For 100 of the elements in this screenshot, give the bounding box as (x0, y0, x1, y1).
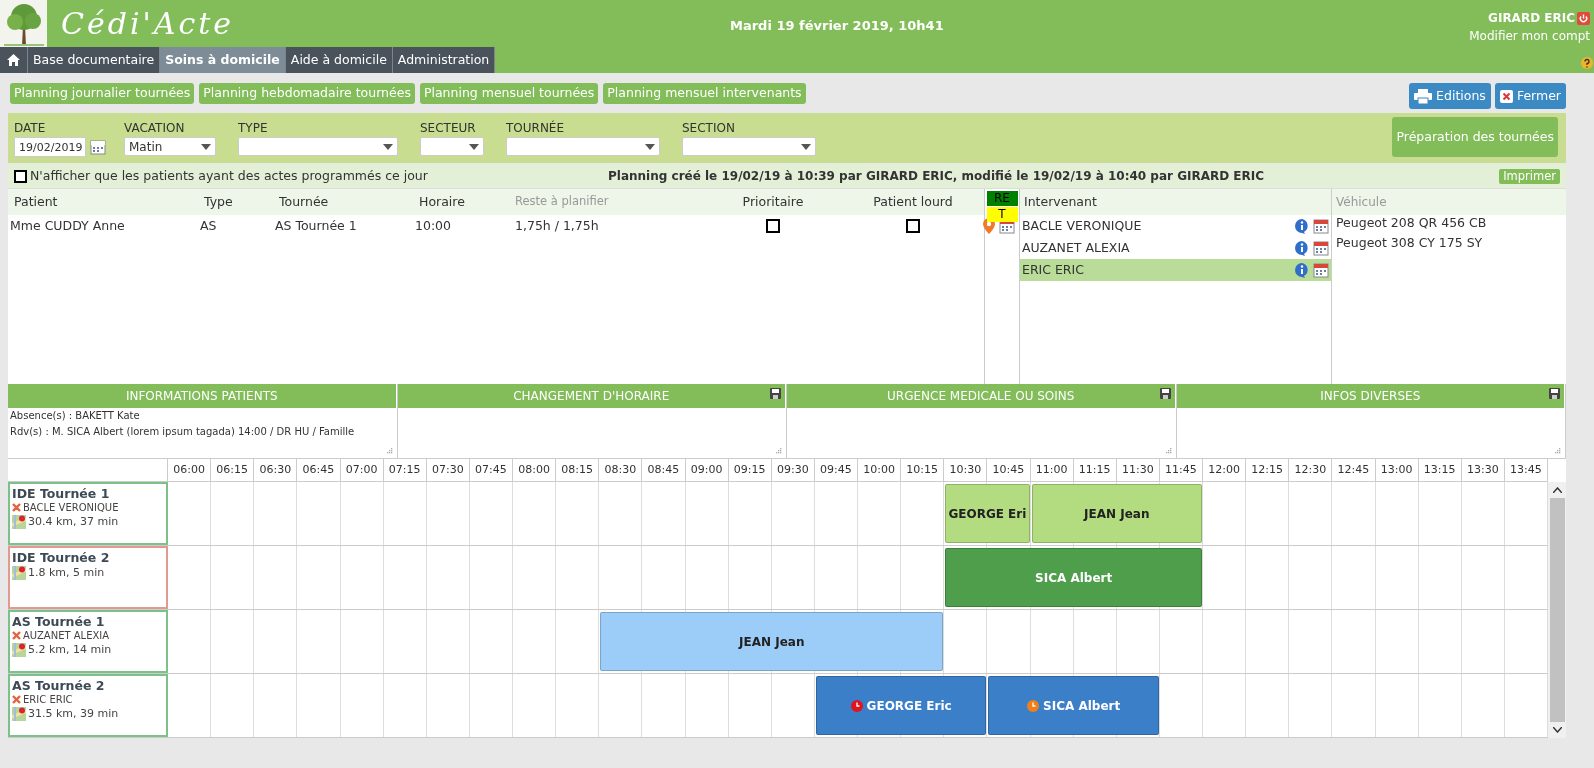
tour-card[interactable]: AS Tournée 1 AUZANET ALEXIA 5.2 km, 14 min (8, 610, 168, 673)
appointment-block[interactable]: SICA Albert (988, 676, 1159, 735)
map-icon[interactable] (12, 566, 26, 580)
resize-handle-icon[interactable] (1555, 448, 1561, 454)
help-icon[interactable] (1580, 56, 1594, 70)
save-icon[interactable] (1159, 388, 1171, 399)
staff-name: ERIC ERIC (1022, 260, 1084, 279)
power-icon[interactable] (1577, 11, 1590, 25)
staff-row[interactable]: BACLE VERONIQUE (1020, 215, 1331, 237)
vehicle-item[interactable]: Peugeot 208 QR 456 CB (1332, 215, 1566, 235)
time-label: 13:15 (1423, 461, 1456, 478)
time-label: 07:15 (388, 461, 421, 478)
time-label: 07:00 (345, 461, 378, 478)
close-icon (1499, 89, 1513, 103)
remove-icon[interactable] (12, 503, 21, 512)
home-button[interactable] (0, 47, 28, 73)
field-label: TYPE (238, 120, 269, 137)
resize-handle-icon[interactable] (386, 448, 393, 454)
user-name: GIRARD ERIC (1488, 10, 1575, 27)
time-label: 07:45 (475, 461, 507, 478)
home-icon[interactable] (7, 54, 20, 66)
staff-name: BACLE VERONIQUE (1022, 216, 1142, 235)
staff-name: AUZANET ALEXIA (1022, 238, 1130, 257)
route-distance: 31.5 km, 39 min (28, 705, 119, 722)
dropdown[interactable]: Matin (124, 137, 216, 156)
dropdown[interactable] (420, 137, 484, 156)
tour-card[interactable]: IDE Tournée 1 BACLE VERONIQUE 30.4 km, 37 min (8, 482, 168, 545)
vehicle-item[interactable]: Peugeot 308 CY 175 SY (1332, 235, 1566, 255)
tour-name: IDE Tournée 2 (12, 550, 111, 565)
time-label: 11:15 (1078, 461, 1111, 478)
scrollbar[interactable] (1548, 482, 1566, 738)
tour-name: AS Tournée 2 (12, 678, 106, 693)
info-icon[interactable] (1294, 218, 1310, 234)
appointment-block[interactable]: GEORGE Eri (945, 484, 1030, 543)
time-label: 08:45 (647, 461, 680, 478)
appointment-block[interactable]: JEAN Jean (600, 612, 944, 671)
calendar-icon[interactable] (90, 139, 106, 155)
nav-tab[interactable]: Base documentaire (28, 47, 161, 73)
save-icon[interactable] (1549, 388, 1560, 399)
staff-row[interactable]: ERIC ERIC (1020, 259, 1331, 281)
time-label: 10:15 (906, 461, 939, 478)
checkbox[interactable] (14, 169, 27, 183)
checkbox[interactable] (906, 219, 920, 233)
field-label: SECTEUR (420, 120, 477, 137)
field-label: TOURNÉE (506, 119, 566, 137)
time-label: 12:00 (1208, 461, 1240, 478)
checkbox[interactable] (766, 219, 780, 233)
time-label: 13:45 (1510, 461, 1542, 478)
save-icon[interactable] (770, 388, 781, 399)
info-icon[interactable] (1294, 262, 1310, 278)
tree-icon (0, 0, 47, 47)
staff-row[interactable]: AUZANET ALEXIA (1020, 237, 1331, 259)
column-header: Véhicule (1336, 194, 1387, 211)
time-label: 11:45 (1165, 461, 1197, 478)
map-icon[interactable] (12, 707, 26, 721)
map-icon[interactable] (12, 515, 26, 529)
calendar-icon[interactable] (1313, 218, 1329, 234)
time-label: 10:30 (949, 461, 982, 478)
column-header: Patient (13, 192, 59, 211)
time-label: 10:00 (863, 461, 895, 478)
time-label: 06:00 (173, 461, 205, 478)
staff-name: AUZANET ALEXIA (23, 629, 110, 643)
nav-tab[interactable]: Aide à domicile (285, 47, 393, 73)
date-field[interactable]: 19/02/2019 (14, 137, 86, 157)
time-label: 08:00 (518, 461, 550, 478)
map-icon[interactable] (12, 643, 26, 657)
date-time: Mardi 19 février 2019, 10h41 (730, 17, 944, 35)
tour-name: IDE Tournée 1 (12, 486, 111, 501)
column-header: Tournée (278, 192, 330, 211)
time-label: 09:15 (733, 461, 766, 478)
caret-icon (201, 143, 211, 150)
panel-title: INFOS DIVERSES (1320, 388, 1421, 405)
caret-icon (801, 143, 811, 150)
panel-text: Absence(s) : BAKETT Kate (10, 409, 141, 423)
route-distance: 30.4 km, 37 min (28, 513, 119, 530)
tour-card[interactable]: IDE Tournée 2 1.8 km, 5 min (8, 546, 168, 609)
appointment-block[interactable]: JEAN Jean (1031, 484, 1202, 543)
time-label: 06:45 (302, 461, 335, 478)
close-button[interactable]: Fermer (1494, 83, 1566, 109)
tour-card[interactable]: AS Tournée 2 ERIC ERIC 31.5 km, 39 min (8, 674, 168, 737)
panel-text: Rdv(s) : M. SICA Albert (lorem ipsum tagada) 14:00 / DR HU / Famille (10, 425, 356, 439)
resize-handle-icon[interactable] (1165, 448, 1172, 454)
remove-icon[interactable] (12, 695, 21, 704)
nav-tab[interactable]: Administration (392, 47, 496, 73)
info-icon[interactable] (1294, 240, 1310, 256)
printer-icon (1414, 88, 1433, 104)
remove-icon[interactable] (12, 631, 21, 640)
checkbox-label: N'afficher que les patients ayant des actes programmés ce jour (30, 166, 428, 185)
column-header: Horaire (418, 192, 466, 211)
column-header: Type (203, 192, 234, 211)
caret-icon (645, 143, 655, 150)
resize-handle-icon[interactable] (776, 448, 782, 454)
appointment-block[interactable]: GEORGE Eric (815, 676, 987, 735)
editions-button[interactable]: Editions (1409, 83, 1491, 109)
staff-name: BACLE VERONIQUE (23, 501, 119, 515)
status-badge: RE (986, 191, 1018, 206)
time-label: 12:30 (1294, 461, 1327, 478)
time-label: 08:30 (604, 461, 637, 478)
calendar-icon[interactable] (1313, 240, 1329, 256)
calendar-icon[interactable] (1313, 262, 1329, 278)
